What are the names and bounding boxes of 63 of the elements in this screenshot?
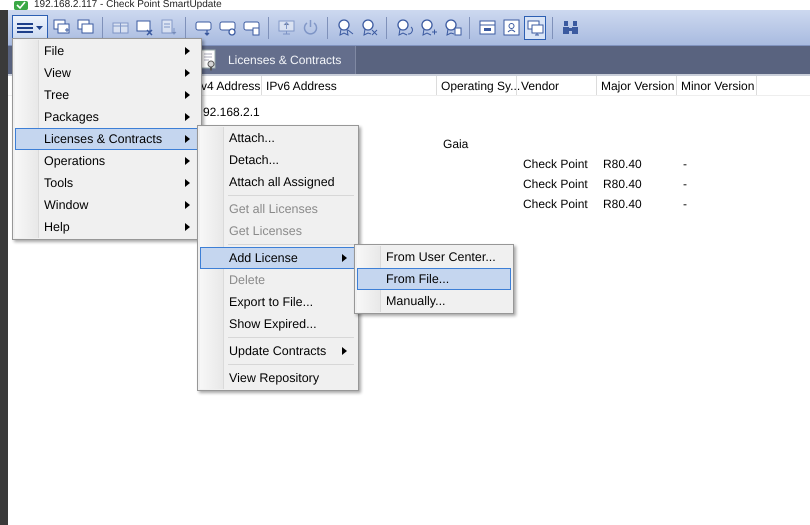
menu-item[interactable]: Window [15,194,199,216]
menu-item[interactable]: Manually... [357,290,511,312]
menu-item[interactable]: Tools [15,172,199,194]
award-plus-icon [418,18,438,37]
submenu-arrow-icon [185,113,190,121]
binoculars-icon [560,18,580,37]
submenu-arrow-icon [185,223,190,231]
award-x-icon [360,18,378,37]
table-cell-text: - [682,197,688,211]
caret-icon [36,26,43,30]
column-header[interactable]: Vendor [517,76,597,95]
menu-item[interactable]: View Repository [200,367,356,389]
menu-item[interactable]: Licenses & Contracts [15,128,199,150]
submenu-arrow-icon [185,69,190,77]
table-cell-text: Check Point [522,197,589,211]
menu-item[interactable]: Show Expired... [200,313,356,335]
column-header[interactable]: Minor Version [677,76,757,95]
award-icon [336,18,354,37]
menu-item[interactable]: Tree [15,84,199,106]
table-cell-text: 92.168.2.1 [202,105,261,119]
submenu-arrow-icon [342,347,347,355]
column-header[interactable]: IPv6 Address [262,76,437,95]
table-cell-text: - [682,177,688,191]
column-header[interactable]: Operating Sy... [437,76,517,95]
window-icon [478,18,496,37]
monitor-icon [276,18,296,37]
table-cell-text: R80.40 [602,197,643,211]
menu-item[interactable]: Operations [15,150,199,172]
table-cell-text: Check Point [522,157,589,171]
submenu-arrow-icon [342,254,347,262]
screens-button[interactable] [524,16,546,40]
table-cell-text: Gaia [442,137,470,151]
submenu-arrow-icon [185,157,190,165]
award-document-icon [442,18,462,37]
menu-item[interactable]: From User Center... [357,246,511,268]
award-arrow-icon [394,18,414,37]
menu-item[interactable]: Detach... [200,149,356,171]
menu-icon [17,22,33,34]
window-title: 192.168.2.117 - Check Point SmartUpdate [34,0,222,10]
table-cell-text: R80.40 [602,157,643,171]
submenu-arrow-icon [185,135,190,143]
table-cell-text: - [682,157,688,171]
id-card-icon [502,18,520,37]
box-x-icon [134,18,154,37]
menu-item[interactable]: Add License [200,247,356,269]
menu-item[interactable]: Help [15,216,199,238]
menu-item[interactable]: Export to File... [200,291,356,313]
certificate-icon [200,49,218,71]
submenu-arrow-icon [185,91,190,99]
menu-item[interactable]: Update Contracts [200,340,356,362]
screens-icon [526,18,544,37]
submenu-arrow-icon [185,47,190,55]
table-cell-text: R80.40 [602,177,643,191]
column-header[interactable]: Major Version [597,76,677,95]
table-cell-text: Check Point [522,177,589,191]
menu-item[interactable]: Attach all Assigned [200,171,356,193]
menu-item[interactable]: Attach... [200,127,356,149]
document-icon [158,18,178,37]
menu-item[interactable]: From File... [357,268,511,290]
submenu-arrow-icon [185,201,190,209]
submenu-arrow-icon [185,179,190,187]
menu-button[interactable] [12,14,48,40]
menu-item[interactable]: Packages [15,106,199,128]
